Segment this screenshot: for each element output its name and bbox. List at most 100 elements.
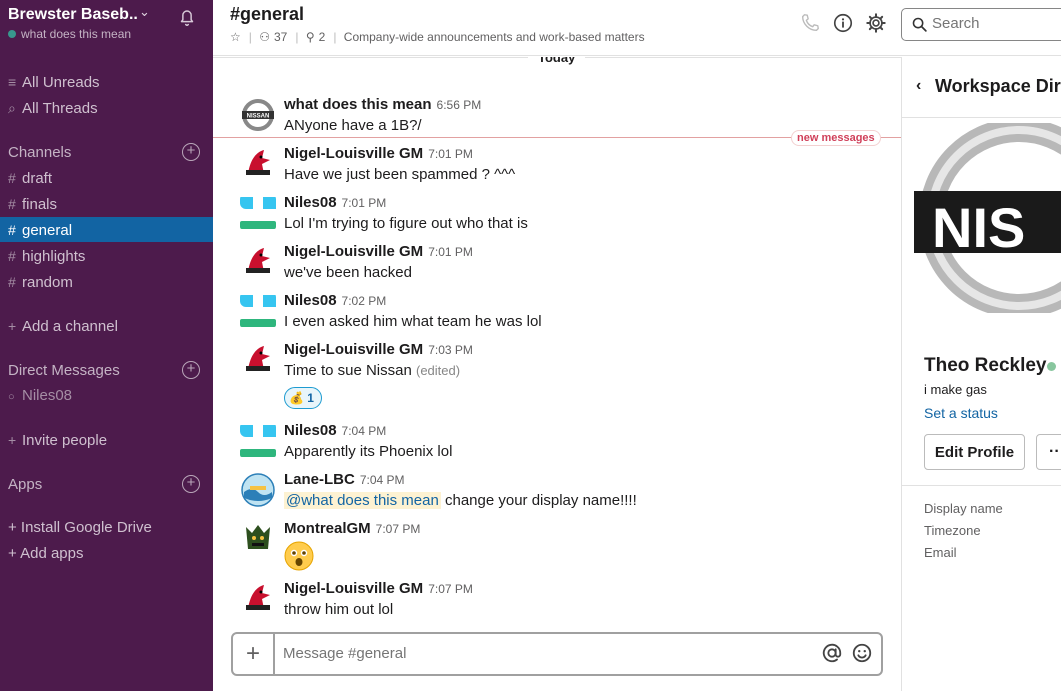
add-channel-link[interactable]: + Add a channel xyxy=(8,315,118,337)
channel-highlights[interactable]: # highlights xyxy=(8,245,85,267)
author-name[interactable]: Nigel-Louisville GM xyxy=(284,145,423,162)
message-author[interactable]: Niles08 7:04 PM xyxy=(284,422,386,439)
gear-icon[interactable] xyxy=(865,12,887,34)
astonished-face-icon xyxy=(284,541,314,571)
add-channel-plus-icon[interactable]: + xyxy=(182,143,200,161)
nissan-logo-image: NIS xyxy=(914,123,1061,313)
message-time[interactable]: 7:04 PM xyxy=(342,424,387,438)
edited-label: (edited) xyxy=(416,363,461,378)
message-time[interactable]: 7:07 PM xyxy=(428,582,473,596)
reaction-chip[interactable]: 💰 1 xyxy=(284,387,322,409)
avatar[interactable] xyxy=(240,195,276,231)
set-status-link[interactable]: Set a status xyxy=(924,405,998,421)
add-dm-plus-icon[interactable]: + xyxy=(182,361,200,379)
member-count[interactable]: 37 xyxy=(274,30,287,44)
message-input[interactable] xyxy=(283,645,803,662)
search-box[interactable] xyxy=(901,8,1061,41)
svg-text:NISSAN: NISSAN xyxy=(247,114,270,120)
channels-heading[interactable]: Channels xyxy=(8,144,71,161)
channel-draft[interactable]: # draft xyxy=(8,167,52,189)
avatar[interactable] xyxy=(240,521,276,557)
unreads-icon: ≡ xyxy=(8,74,17,90)
members-icon[interactable]: ⚇ xyxy=(259,30,270,44)
more-actions-button[interactable]: ·· xyxy=(1036,434,1061,470)
all-threads-link[interactable]: ⌕ All Threads xyxy=(8,97,98,119)
channel-title[interactable]: #general xyxy=(230,4,304,25)
back-chevron-icon[interactable]: ‹ xyxy=(916,77,921,95)
profile-photo[interactable]: NIS xyxy=(914,123,1061,313)
message-time[interactable]: 7:04 PM xyxy=(360,473,405,487)
message-time[interactable]: 7:01 PM xyxy=(428,147,473,161)
attach-plus-button[interactable]: + xyxy=(233,634,275,674)
message-time[interactable]: 6:56 PM xyxy=(437,98,482,112)
message-author[interactable]: Nigel-Louisville GM 7:01 PM xyxy=(284,145,473,162)
message-author[interactable]: what does this mean 6:56 PM xyxy=(284,96,481,113)
emoji-icon[interactable] xyxy=(851,642,873,664)
message-author[interactable]: MontrealGM 7:07 PM xyxy=(284,520,420,537)
phone-icon[interactable] xyxy=(799,12,821,34)
avatar[interactable] xyxy=(240,423,276,459)
add-app-plus-icon[interactable]: + xyxy=(182,475,200,493)
pin-icon[interactable]: ⚲ xyxy=(306,30,315,44)
avatar[interactable] xyxy=(240,342,276,378)
avatar[interactable] xyxy=(240,146,276,182)
date-label: Today xyxy=(528,57,586,65)
mention-at-icon[interactable] xyxy=(821,642,843,664)
message-time[interactable]: 7:01 PM xyxy=(342,196,387,210)
channel-general[interactable]: # general xyxy=(8,219,72,241)
all-unreads-label: All Unreads xyxy=(22,74,100,91)
message-author[interactable]: Nigel-Louisville GM 7:01 PM xyxy=(284,243,473,260)
message-author[interactable]: Nigel-Louisville GM 7:07 PM xyxy=(284,580,473,597)
apps-heading[interactable]: Apps xyxy=(8,476,42,493)
avatar[interactable] xyxy=(240,581,276,617)
default-avatar-icon xyxy=(240,423,276,459)
channel-topic[interactable]: Company-wide announcements and work-base… xyxy=(344,30,645,44)
direct-messages-heading[interactable]: Direct Messages xyxy=(8,362,120,379)
avatar[interactable]: NISSAN xyxy=(240,97,276,133)
profile-name[interactable]: Theo Reckley xyxy=(924,355,1047,377)
avatar[interactable] xyxy=(240,293,276,329)
add-apps-link[interactable]: + Add apps xyxy=(8,543,83,565)
author-name[interactable]: Nigel-Louisville GM xyxy=(284,243,423,260)
message-time[interactable]: 7:03 PM xyxy=(428,343,473,357)
channel-finals[interactable]: # finals xyxy=(8,193,57,215)
info-icon[interactable] xyxy=(832,12,854,34)
message-author[interactable]: Niles08 7:01 PM xyxy=(284,194,386,211)
avatar[interactable] xyxy=(240,472,276,508)
timezone-label: Timezone xyxy=(924,523,981,538)
author-name[interactable]: Niles08 xyxy=(284,194,337,211)
message-author[interactable]: Lane-LBC 7:04 PM xyxy=(284,471,405,488)
star-icon[interactable]: ☆ xyxy=(230,30,241,44)
message-text: ANyone have a 1B?/ xyxy=(284,117,422,134)
message-composer[interactable]: + xyxy=(231,632,883,676)
author-name[interactable]: MontrealGM xyxy=(284,520,371,537)
install-google-drive-link[interactable]: + Install Google Drive xyxy=(8,517,152,539)
hash-icon: # xyxy=(8,274,16,290)
dm-niles08[interactable]: ○ Niles08 xyxy=(8,385,72,407)
user-mention[interactable]: @what does this mean xyxy=(284,492,441,509)
author-name[interactable]: Nigel-Louisville GM xyxy=(284,341,423,358)
message-author[interactable]: Niles08 7:02 PM xyxy=(284,292,386,309)
author-name[interactable]: Niles08 xyxy=(284,292,337,309)
message-list[interactable]: Today NISSAN what does this mean 6:56 PM … xyxy=(213,57,901,631)
workspace-name[interactable]: Brewster Baseb... xyxy=(8,6,138,24)
message-time[interactable]: 7:02 PM xyxy=(342,294,387,308)
chevron-down-icon[interactable]: ⌄ xyxy=(139,4,150,20)
invite-people-label: Invite people xyxy=(22,432,108,449)
message-time[interactable]: 7:01 PM xyxy=(428,245,473,259)
edit-profile-button[interactable]: Edit Profile xyxy=(924,434,1025,470)
message-time[interactable]: 7:07 PM xyxy=(376,522,421,536)
search-input[interactable] xyxy=(932,15,1061,32)
bell-icon[interactable] xyxy=(176,6,198,28)
avatar[interactable] xyxy=(240,244,276,280)
author-name[interactable]: what does this mean xyxy=(284,96,432,113)
message-author[interactable]: Nigel-Louisville GM 7:03 PM xyxy=(284,341,473,358)
channel-random[interactable]: # random xyxy=(8,271,73,293)
author-name[interactable]: Nigel-Louisville GM xyxy=(284,580,423,597)
author-name[interactable]: Niles08 xyxy=(284,422,337,439)
invite-people-link[interactable]: + Invite people xyxy=(8,429,107,451)
all-unreads-link[interactable]: ≡ All Unreads xyxy=(8,71,100,93)
user-status[interactable]: what does this mean xyxy=(8,27,131,41)
author-name[interactable]: Lane-LBC xyxy=(284,471,355,488)
pinned-count[interactable]: 2 xyxy=(319,30,326,44)
